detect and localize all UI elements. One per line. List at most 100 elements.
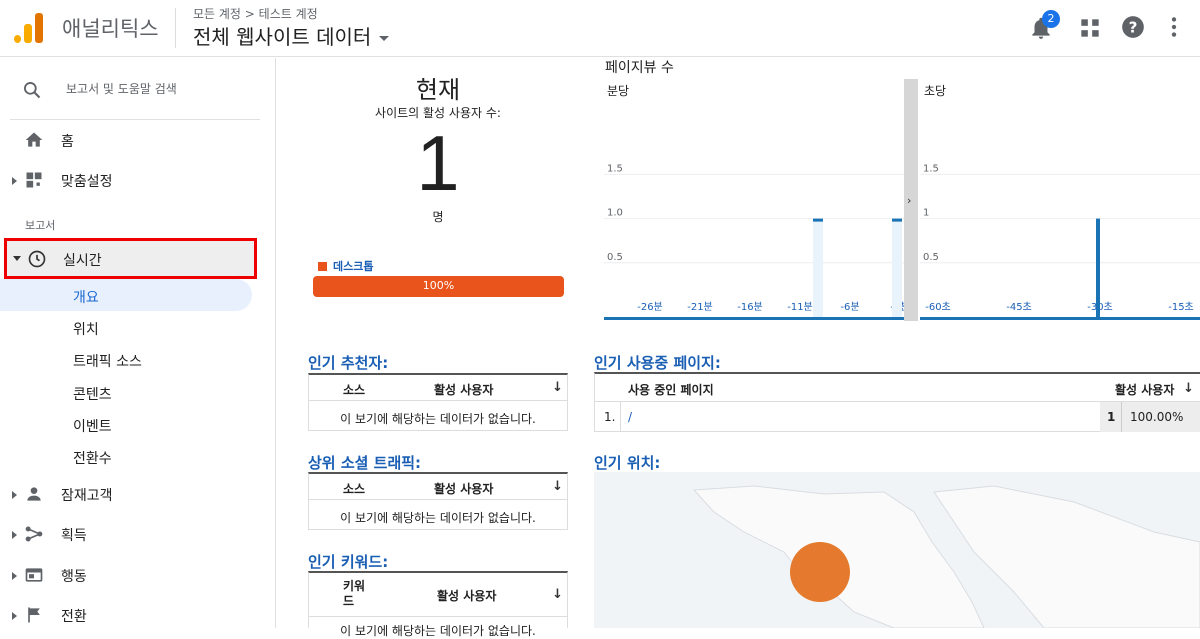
bar: [1096, 218, 1100, 320]
app-name: 애널리틱스: [62, 17, 159, 41]
clock-icon: [28, 250, 46, 268]
top-pages-table: 사용 중인 페이지 활성 사용자 ↓ 1. / 1 100.00%: [594, 372, 1200, 432]
x-tick-label: -26분: [637, 301, 663, 313]
chevron-right-icon: [12, 612, 17, 620]
search-bar[interactable]: 보고서 및 도움말 검색: [0, 58, 276, 120]
chevron-right-icon: [12, 531, 17, 539]
device-legend: 데스크톱: [318, 258, 373, 274]
col-active-users[interactable]: 활성 사용자: [434, 381, 493, 398]
empty-message: 이 보기에 해당하는 데이터가 없습니다.: [340, 412, 536, 426]
search-input[interactable]: 보고서 및 도움말 검색: [66, 80, 177, 97]
sidebar-subitem-content[interactable]: 콘텐츠: [0, 376, 252, 408]
active-users-unit: 명: [432, 210, 444, 224]
col-active-users[interactable]: 활성 사용자: [434, 480, 493, 497]
help-icon[interactable]: ?: [1120, 14, 1146, 40]
sidebar-item-label: 실시간: [63, 253, 102, 269]
sidebar-subitem-label: 위치: [73, 322, 99, 338]
col-keyword[interactable]: 키워드: [343, 579, 371, 609]
notification-badge: 2: [1042, 10, 1060, 28]
top-referrals-title: 인기 추천자:: [308, 354, 389, 372]
more-vert-icon[interactable]: [1161, 14, 1187, 40]
top-keywords-title: 인기 키워드:: [308, 553, 389, 571]
sidebar-item-label: 맞춤설정: [61, 174, 113, 190]
y-tick-label: 1.5: [923, 163, 939, 174]
top-pages-title: 인기 사용중 페이지:: [594, 354, 721, 372]
dashboard-icon: [26, 172, 42, 188]
pageviews-chart: 1.51.00.5-26분-21분-16분-11분-6분-1분1.510.5-6…: [604, 163, 1200, 320]
pageviews-title: 페이지뷰 수: [605, 60, 674, 76]
bar-hover-bg: [813, 218, 823, 317]
bar: [892, 218, 902, 222]
sidebar-subitem-locations[interactable]: 위치: [0, 311, 252, 343]
empty-message: 이 보기에 해당하는 데이터가 없습니다.: [340, 511, 536, 525]
device-label: 데스크톱: [333, 260, 374, 273]
chevron-right-icon: [12, 491, 17, 499]
reports-section-label: 보고서: [25, 219, 56, 232]
page-path-link[interactable]: /: [628, 410, 632, 424]
sort-arrow-icon[interactable]: ↓: [552, 479, 563, 494]
col-source[interactable]: 소스: [343, 480, 365, 497]
home-icon: [25, 132, 43, 147]
col-active-users[interactable]: 활성 사용자: [437, 587, 496, 604]
bar: [813, 218, 823, 222]
svg-text:?: ?: [1129, 18, 1138, 36]
x-tick-label: -60초: [925, 301, 951, 313]
x-axis-line: [604, 317, 904, 320]
x-tick-label: -21분: [687, 301, 713, 313]
sidebar-item-label: 전환: [61, 609, 87, 625]
divider: [175, 8, 176, 48]
sidebar-item-customization[interactable]: 맞춤설정: [0, 162, 276, 198]
sidebar-item-acquisition[interactable]: 획득: [0, 516, 276, 552]
chevron-right-icon: [12, 572, 17, 580]
col-active-users[interactable]: 활성 사용자: [1115, 381, 1174, 398]
analytics-logo-icon[interactable]: [14, 11, 46, 43]
sidebar-item-audience[interactable]: 잠재고객: [0, 476, 276, 512]
divider: [10, 119, 260, 120]
col-active-page[interactable]: 사용 중인 페이지: [628, 381, 714, 398]
sidebar-subitem-traffic-sources[interactable]: 트래픽 소스: [0, 343, 252, 375]
sidebar-item-realtime[interactable]: 실시간: [4, 238, 257, 279]
location-marker[interactable]: [790, 542, 850, 602]
top-bar: 애널리틱스 모든 계정 > 테스트 계정 전체 웹사이트 데이터 2 ?: [0, 0, 1200, 57]
sidebar-item-behavior[interactable]: 행동: [0, 557, 276, 593]
bar-hover-bg: [892, 218, 902, 317]
table-header: 사용 중인 페이지 활성 사용자 ↓: [595, 374, 1200, 402]
property-selector[interactable]: 전체 웹사이트 데이터: [193, 21, 390, 50]
empty-message: 이 보기에 해당하는 데이터가 없습니다.: [340, 624, 536, 638]
x-tick-label: -16분: [737, 301, 763, 313]
sidebar-item-conversions[interactable]: 전환: [0, 597, 276, 628]
sidebar-subitem-conversions[interactable]: 전환수: [0, 440, 252, 472]
property-name: 전체 웹사이트 데이터: [193, 25, 372, 49]
col-source[interactable]: 소스: [343, 381, 365, 398]
locations-map[interactable]: [594, 472, 1200, 629]
per-second-label: 초당: [924, 84, 947, 98]
apps-grid-icon[interactable]: [1077, 15, 1103, 41]
y-tick-label: 1.5: [607, 163, 623, 174]
y-tick-label: 1: [923, 208, 929, 219]
active-users-count: 1: [416, 119, 460, 207]
chart-panel-divider[interactable]: ›: [904, 79, 918, 321]
sidebar-item-label: 행동: [61, 569, 87, 585]
x-tick-label: -45초: [1006, 301, 1032, 313]
sidebar-item-label: 홈: [61, 134, 74, 150]
korea-map-graphic: [692, 485, 1200, 629]
person-icon: [27, 487, 41, 501]
sidebar-item-home[interactable]: 홈: [0, 122, 276, 158]
device-share-bar[interactable]: 100%: [313, 276, 564, 297]
x-axis-line: [920, 317, 1200, 320]
row-percent: 100.00%: [1130, 410, 1184, 424]
sort-arrow-icon[interactable]: ↓: [552, 380, 563, 395]
breadcrumb[interactable]: 모든 계정 > 테스트 계정: [193, 5, 318, 22]
behavior-icon: [25, 568, 43, 582]
row-count: 1: [1107, 410, 1116, 424]
sort-arrow-icon[interactable]: ↓: [552, 587, 563, 602]
sidebar-subitem-overview[interactable]: 개요: [0, 279, 252, 311]
cell-divider: [1121, 402, 1122, 432]
sort-arrow-icon[interactable]: ↓: [1183, 381, 1194, 396]
x-tick-label: -6분: [840, 301, 859, 313]
top-social-title: 상위 소셜 트래픽:: [308, 454, 422, 472]
search-icon: [24, 82, 41, 99]
sidebar-subitem-events[interactable]: 이벤트: [0, 408, 252, 440]
chevron-down-icon: [13, 256, 21, 261]
table-row: 1. / 1 100.00%: [595, 402, 1200, 432]
